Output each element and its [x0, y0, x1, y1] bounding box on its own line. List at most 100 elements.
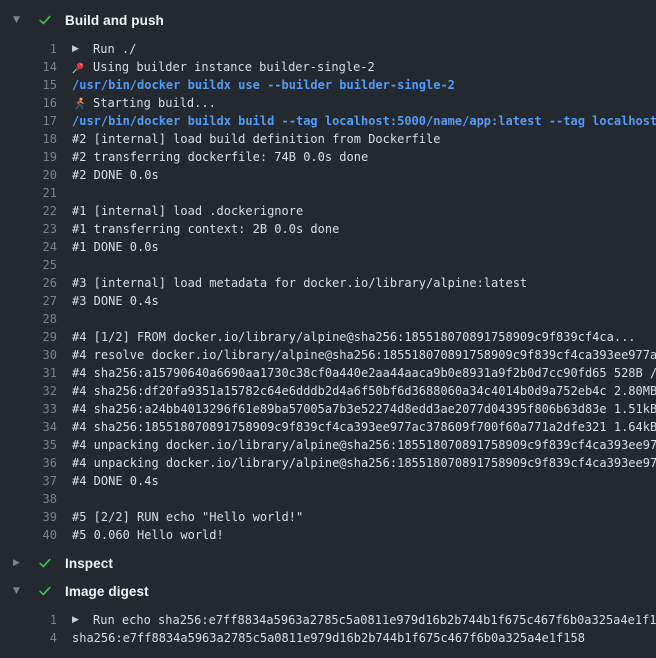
- log-line-text: Run ./: [93, 40, 136, 58]
- line-number[interactable]: 25: [0, 256, 57, 274]
- section-header-build-and-push[interactable]: ▼ Build and push: [0, 11, 656, 29]
- check-icon: [37, 555, 53, 571]
- line-number[interactable]: 4: [0, 629, 57, 647]
- chevron-right-icon[interactable]: ▶: [13, 554, 26, 572]
- log-line-content: sha256:e7ff8834a5963a2785c5a0811e979d16b…: [72, 629, 656, 647]
- line-number[interactable]: 31: [0, 364, 57, 382]
- line-number[interactable]: 33: [0, 400, 57, 418]
- line-number[interactable]: 34: [0, 418, 57, 436]
- log-line: 31 #4 sha256:a15790640a6690aa1730c38cf0a4…: [0, 364, 656, 382]
- line-number[interactable]: 23: [0, 220, 57, 238]
- line-number[interactable]: 1: [0, 40, 57, 58]
- log-line-content: #4 resolve docker.io/library/alpine@sha2…: [72, 346, 656, 364]
- log-line-text: #3 [internal] load metadata for docker.i…: [72, 274, 527, 292]
- section-header-inspect[interactable]: ▶ Inspect: [0, 554, 656, 572]
- log-line-text: Using builder instance builder-single-2: [93, 58, 375, 76]
- log-line: 4 sha256:e7ff8834a5963a2785c5a0811e979d16…: [0, 629, 656, 647]
- log-line: 27#3 DONE 0.4s: [0, 292, 656, 310]
- line-number[interactable]: 35: [0, 436, 57, 454]
- log-line-content: #2 [internal] load build definition from…: [72, 130, 656, 148]
- line-number[interactable]: 15: [0, 76, 57, 94]
- log-line-text: #4 unpacking docker.io/library/alpine@sh…: [72, 436, 656, 454]
- line-number[interactable]: 26: [0, 274, 57, 292]
- log-line: 37 #4 DONE 0.4s: [0, 472, 656, 490]
- section-header-image-digest[interactable]: ▼Image digest: [0, 582, 656, 600]
- play-icon[interactable]: ▶: [72, 611, 86, 629]
- play-icon[interactable]: ▶: [72, 40, 86, 58]
- log-line-text: sha256:e7ff8834a5963a2785c5a0811e979d16b…: [72, 629, 585, 647]
- log-line: 1 ▶ Run echo sha256:e7ff8834a5963a2785c5a0…: [0, 611, 656, 629]
- chevron-down-icon[interactable]: ▼: [13, 11, 26, 29]
- line-number[interactable]: 17: [0, 112, 57, 130]
- log-line: 34 #4 sha256:185518070891758909c9f839cf4c…: [0, 418, 656, 436]
- line-number[interactable]: 30: [0, 346, 57, 364]
- log-line: 18 #2 [internal] load build definition fr…: [0, 130, 656, 148]
- log-line: 21: [0, 184, 656, 202]
- log-line-text: #4 [1/2] FROM docker.io/library/alpine@s…: [72, 328, 636, 346]
- log-line-content: ▶ Run ./: [72, 40, 656, 58]
- log-line-text: #4 sha256:185518070891758909c9f839cf4ca3…: [72, 418, 656, 436]
- log-line-text: /usr/bin/docker buildx use --builder bui…: [72, 76, 455, 94]
- log-line: 29 #4 [1/2] FROM docker.io/library/alpine…: [0, 328, 656, 346]
- log-line: 36 #4 unpacking docker.io/library/alpine@…: [0, 454, 656, 472]
- chevron-down-icon[interactable]: ▼: [13, 582, 26, 600]
- log-line-content: ▶ Run echo sha256:e7ff8834a5963a2785c5a08…: [72, 611, 656, 629]
- log-line-content: #5 [2/2] RUN echo "Hello world!": [72, 508, 656, 526]
- line-number[interactable]: 40: [0, 526, 57, 544]
- line-number[interactable]: 36: [0, 454, 57, 472]
- log-line-content: [72, 490, 656, 508]
- log-line-content: Using builder instance builder-single-2: [72, 58, 656, 76]
- log-line-content: #4 unpacking docker.io/library/alpine@sh…: [72, 436, 656, 454]
- log-line-content: #4 sha256:a24bb4013296f61e89ba57005a7b3e…: [72, 400, 656, 418]
- log-line-text: #2 transferring dockerfile: 74B 0.0s don…: [72, 148, 368, 166]
- log-line-content: #4 sha256:185518070891758909c9f839cf4ca3…: [72, 418, 656, 436]
- line-number[interactable]: 20: [0, 166, 57, 184]
- log-line: 28: [0, 310, 656, 328]
- log-line-text: Run echo sha256:e7ff8834a5963a2785c5a081…: [93, 611, 656, 629]
- log-line-content: [72, 256, 656, 274]
- log-line-content: #3 [internal] load metadata for docker.i…: [72, 274, 656, 292]
- log-line-content: #1 DONE 0.0s: [72, 238, 656, 256]
- line-number[interactable]: 19: [0, 148, 57, 166]
- log-line-text: #4 sha256:df20fa9351a15782c64e6dddb2d4a6…: [72, 382, 656, 400]
- line-number[interactable]: 16: [0, 94, 57, 112]
- log-line-content: #4 DONE 0.4s: [72, 472, 656, 490]
- log-line-text: #4 resolve docker.io/library/alpine@sha2…: [72, 346, 656, 364]
- log-section-inspect: ▶ Inspect: [0, 554, 656, 572]
- log-line-content: #1 [internal] load .dockerignore: [72, 202, 656, 220]
- log-line-content: #5 0.060 Hello world!: [72, 526, 656, 544]
- line-number[interactable]: 14: [0, 58, 57, 76]
- log-line: 25: [0, 256, 656, 274]
- line-number[interactable]: 39: [0, 508, 57, 526]
- log-line-text: #4 unpacking docker.io/library/alpine@sh…: [72, 454, 656, 472]
- log-line-text: #4 sha256:a15790640a6690aa1730c38cf0a440…: [72, 364, 656, 382]
- log-line: 35 #4 unpacking docker.io/library/alpine@…: [0, 436, 656, 454]
- line-number[interactable]: 32: [0, 382, 57, 400]
- line-number[interactable]: 38: [0, 490, 57, 508]
- log-line-content: /usr/bin/docker buildx build --tag local…: [72, 112, 656, 130]
- log-line: 38: [0, 490, 656, 508]
- log-line-text: #5 [2/2] RUN echo "Hello world!": [72, 508, 303, 526]
- section-title: Build and push: [65, 13, 164, 28]
- line-number[interactable]: 1: [0, 611, 57, 629]
- line-number[interactable]: 37: [0, 472, 57, 490]
- workflow-log-viewer: ▼Build and push1▶Run ./14Using builder i…: [0, 0, 656, 658]
- log-line-content: /usr/bin/docker buildx use --builder bui…: [72, 76, 656, 94]
- log-line: 17/usr/bin/docker buildx build --tag loc…: [0, 112, 656, 130]
- log-line-content: #2 DONE 0.0s: [72, 166, 656, 184]
- log-line: 26 #3 [internal] load metadata for docker…: [0, 274, 656, 292]
- pushpin-icon: [72, 61, 86, 74]
- line-number[interactable]: 22: [0, 202, 57, 220]
- log-lines: 1 ▶ Run ./ 14 Using builder instance builder…: [0, 40, 656, 544]
- log-line-text: #1 transferring context: 2B 0.0s done: [72, 220, 339, 238]
- log-line: 40 #5 0.060 Hello world!: [0, 526, 656, 544]
- line-number[interactable]: 24: [0, 238, 57, 256]
- section-title: Inspect: [65, 556, 113, 571]
- line-number[interactable]: 18: [0, 130, 57, 148]
- line-number[interactable]: 29: [0, 328, 57, 346]
- log-line: 30 #4 resolve docker.io/library/alpine@sh…: [0, 346, 656, 364]
- line-number[interactable]: 21: [0, 184, 57, 202]
- check-icon: [37, 583, 53, 599]
- line-number[interactable]: 27: [0, 292, 57, 310]
- line-number[interactable]: 28: [0, 310, 57, 328]
